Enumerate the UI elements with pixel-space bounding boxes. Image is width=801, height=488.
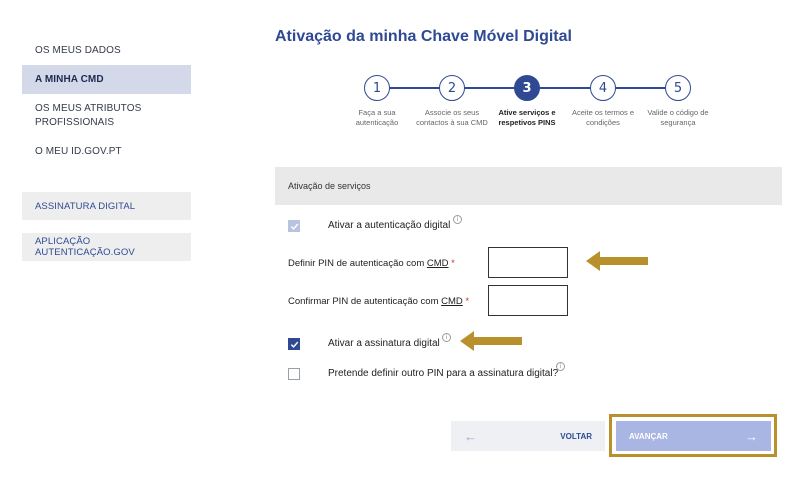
next-button[interactable]: AVANÇAR → xyxy=(616,421,771,451)
annotation-arrow-left-icon xyxy=(586,251,648,271)
step-1: 1 Faça a sua autenticação xyxy=(340,72,414,128)
step-4: 4 Aceite os termos e condições xyxy=(566,72,640,128)
info-icon[interactable]: i xyxy=(442,333,451,342)
arrow-left-icon: ← xyxy=(464,428,477,444)
info-icon[interactable]: i xyxy=(453,215,462,224)
sidebar-box-label: ASSINATURA DIGITAL xyxy=(35,200,136,212)
sidebar-item-professional-attributes[interactable]: OS MEUS ATRIBUTOS PROFISSIONAIS xyxy=(22,94,191,137)
confirm-pin-input[interactable] xyxy=(488,285,568,316)
sidebar-item-label: OS MEUS DADOS xyxy=(35,45,121,56)
next-button-label: AVANÇAR xyxy=(629,431,668,441)
define-pin-input[interactable] xyxy=(488,247,568,278)
services-section-header: Ativação de serviços xyxy=(275,167,782,205)
annotation-arrow-left-icon xyxy=(460,331,522,351)
arrow-right-icon: → xyxy=(745,428,758,444)
step-label: Faça a sua autenticação xyxy=(355,108,399,127)
other-pin-label: Pretende definir outro PIN para a assina… xyxy=(328,368,559,379)
required-mark: * xyxy=(465,296,470,307)
step-label: Associe os seus contactos à sua CMD xyxy=(416,108,488,127)
step-number: 2 xyxy=(439,75,465,101)
step-5: 5 Valide o código de segurança xyxy=(641,72,715,128)
sidebar-item-my-id-gov[interactable]: O MEU ID.GOV.PT xyxy=(22,137,191,166)
sidebar-item-my-cmd[interactable]: A MINHA CMD xyxy=(22,65,191,94)
sidebar-box-digital-signature[interactable]: ASSINATURA DIGITAL xyxy=(22,192,191,220)
cmd-abbr: CMD xyxy=(441,296,463,307)
sidebar-nav: OS MEUS DADOS A MINHA CMD OS MEUS ATRIBU… xyxy=(22,36,191,166)
section-title: Ativação de serviços xyxy=(288,181,371,191)
step-label: Ative serviços e respetivos PINS xyxy=(498,108,556,127)
activate-signature-label: Ativar a assinatura digital xyxy=(328,338,440,349)
define-pin-text: Definir PIN de autenticação com xyxy=(288,258,425,269)
sidebar-box-label: APLICAÇÃO AUTENTICAÇÃO.GOV xyxy=(35,236,135,258)
sidebar-box-authentication-app[interactable]: APLICAÇÃO AUTENTICAÇÃO.GOV xyxy=(22,233,191,261)
info-icon[interactable]: i xyxy=(556,362,565,371)
back-button-label: VOLTAR xyxy=(560,431,592,441)
step-label: Valide o código de segurança xyxy=(647,108,709,127)
activate-auth-label: Ativar a autenticação digital xyxy=(328,220,451,231)
check-icon xyxy=(290,341,298,348)
check-icon xyxy=(290,223,298,230)
sidebar-item-label: A MINHA CMD xyxy=(35,74,104,85)
step-3: 3 Ative serviços e respetivos PINS xyxy=(490,72,564,128)
step-2: 2 Associe os seus contactos à sua CMD xyxy=(415,72,489,128)
define-pin-label: Definir PIN de autenticação com CMD * xyxy=(288,258,455,269)
other-pin-checkbox[interactable] xyxy=(288,368,300,380)
step-label: Aceite os termos e condições xyxy=(571,108,635,127)
back-button[interactable]: ← VOLTAR xyxy=(451,421,605,451)
progress-stepper: 1 Faça a sua autenticação 2 Associe os s… xyxy=(340,72,716,152)
sidebar-item-label: OS MEUS ATRIBUTOS PROFISSIONAIS xyxy=(35,102,142,128)
confirm-pin-text: Confirmar PIN de autenticação com xyxy=(288,296,439,307)
step-number: 4 xyxy=(590,75,616,101)
step-number: 1 xyxy=(364,75,390,101)
sidebar-item-label: O MEU ID.GOV.PT xyxy=(35,146,122,157)
page-title: Ativação da minha Chave Móvel Digital xyxy=(275,28,572,45)
cmd-abbr: CMD xyxy=(426,258,449,269)
sidebar-item-my-data[interactable]: OS MEUS DADOS xyxy=(22,36,191,65)
step-number: 5 xyxy=(665,75,691,101)
activate-signature-checkbox[interactable] xyxy=(288,338,300,350)
required-mark: * xyxy=(451,258,455,269)
step-number: 3 xyxy=(514,75,540,101)
activate-auth-checkbox[interactable] xyxy=(288,220,300,232)
confirm-pin-label: Confirmar PIN de autenticação com CMD * xyxy=(288,296,469,307)
